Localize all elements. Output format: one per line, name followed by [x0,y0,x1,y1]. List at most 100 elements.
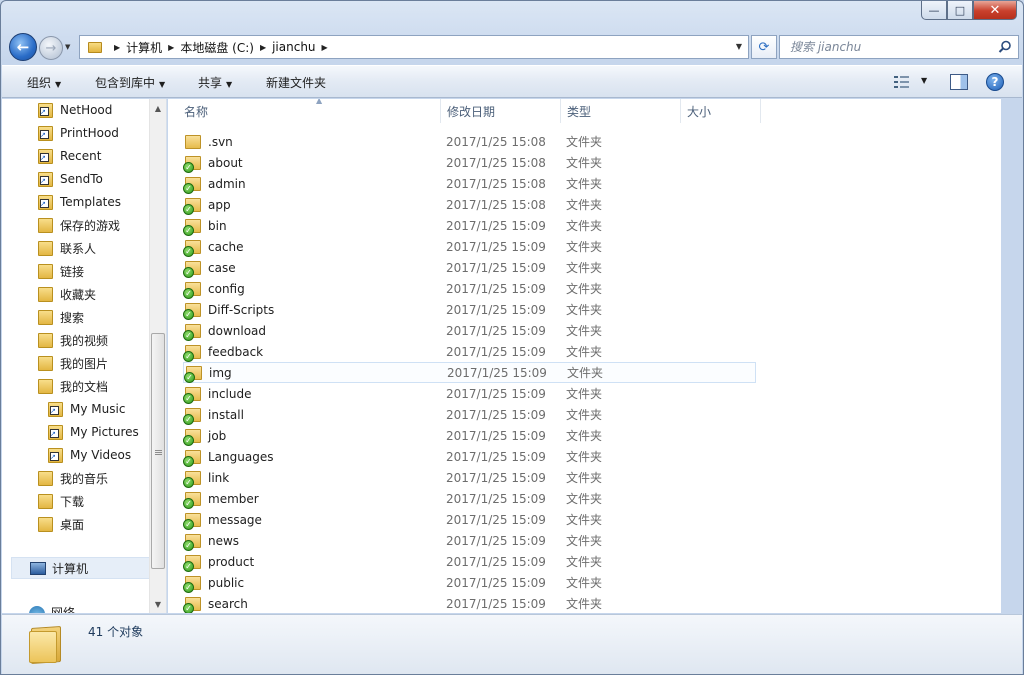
breadcrumb-local-disk[interactable]: 本地磁盘 (C:) [180,39,254,56]
sidebar-item[interactable]: My Pictures [48,421,139,443]
search-input[interactable] [790,40,990,54]
column-header-modified[interactable]: 修改日期 [441,99,561,123]
file-name-cell[interactable]: .svn [183,134,446,149]
breadcrumb-chevron-icon[interactable]: ▶ [322,43,328,52]
table-row[interactable]: ✓ message 2017/1/25 15:09 文件夹 [183,509,756,530]
sidebar-item[interactable]: 收藏夹 [38,283,96,305]
file-name-cell[interactable]: ✓ link [183,470,446,488]
table-row[interactable]: ✓ Diff-Scripts 2017/1/25 15:09 文件夹 [183,299,756,320]
sidebar-item[interactable]: Templates [38,191,121,213]
refresh-button[interactable]: ⟳ [751,35,777,59]
sidebar-item[interactable]: NetHood [38,99,112,121]
column-header-type[interactable]: 类型 [561,99,681,123]
table-row[interactable]: .svn 2017/1/25 15:08 文件夹 [183,131,756,152]
file-name-cell[interactable]: ✓ message [183,512,446,530]
organize-menu[interactable]: 组织 ▼ [27,74,61,91]
sidebar-item[interactable]: 我的图片 [38,352,108,374]
table-row[interactable]: ✓ app 2017/1/25 15:08 文件夹 [183,194,756,215]
table-row[interactable]: ✓ Languages 2017/1/25 15:09 文件夹 [183,446,756,467]
file-name-cell[interactable]: ✓ news [183,533,446,551]
sidebar-item[interactable]: 我的视频 [38,329,108,351]
address-dropdown-icon[interactable]: ▼ [736,42,742,51]
help-icon[interactable]: ? [986,73,1004,91]
file-name-cell[interactable]: ✓ cache [183,239,446,257]
table-row[interactable]: ✓ img 2017/1/25 15:09 文件夹 [183,362,756,383]
nav-scrollbar[interactable]: ▲ ▼ [149,99,166,613]
table-row[interactable]: ✓ bin 2017/1/25 15:09 文件夹 [183,215,756,236]
minimize-button[interactable]: — [921,1,947,20]
view-dropdown-icon[interactable]: ▼ [921,76,927,85]
breadcrumb-chevron-icon[interactable]: ▶ [168,43,174,52]
table-row[interactable]: ✓ cache 2017/1/25 15:09 文件夹 [183,236,756,257]
sidebar-item[interactable]: PrintHood [38,122,119,144]
table-row[interactable]: ✓ link 2017/1/25 15:09 文件夹 [183,467,756,488]
preview-pane-icon[interactable] [950,74,968,90]
table-row[interactable]: ✓ include 2017/1/25 15:09 文件夹 [183,383,756,404]
file-name-cell[interactable]: ✓ feedback [183,344,446,362]
sidebar-item[interactable]: 保存的游戏 [38,214,120,236]
forward-button[interactable]: → [39,36,63,60]
column-header-size[interactable]: 大小 [681,99,761,123]
file-name-cell[interactable]: ✓ bin [183,218,446,236]
close-button[interactable]: ✕ [973,1,1017,20]
file-name-cell[interactable]: ✓ Languages [183,449,446,467]
column-header-name[interactable]: ▲ 名称 [178,99,441,123]
sidebar-item[interactable]: Recent [38,145,101,167]
file-name-cell[interactable]: ✓ app [183,197,446,215]
sidebar-item[interactable]: 我的音乐 [38,467,108,489]
file-name-cell[interactable]: ✓ job [183,428,446,446]
table-row[interactable]: ✓ about 2017/1/25 15:08 文件夹 [183,152,756,173]
table-row[interactable]: ✓ feedback 2017/1/25 15:09 文件夹 [183,341,756,362]
table-row[interactable]: ✓ case 2017/1/25 15:09 文件夹 [183,257,756,278]
file-name-cell[interactable]: ✓ include [183,386,446,404]
file-name-cell[interactable]: ✓ install [183,407,446,425]
sidebar-item[interactable]: 我的文档 [38,375,108,397]
file-name-cell[interactable]: ✓ search [183,596,446,613]
search-box[interactable] [779,35,1019,59]
breadcrumb-chevron-icon[interactable]: ▶ [260,43,266,52]
file-name-cell[interactable]: ✓ about [183,155,446,173]
file-name-cell[interactable]: ✓ product [183,554,446,572]
file-name-cell[interactable]: ✓ download [183,323,446,341]
table-row[interactable]: ✓ download 2017/1/25 15:09 文件夹 [183,320,756,341]
file-name-cell[interactable]: ✓ admin [183,176,446,194]
address-bar[interactable]: ▶ 计算机 ▶ 本地磁盘 (C:) ▶ jianchu ▶ ▼ [79,35,749,59]
table-row[interactable]: ✓ admin 2017/1/25 15:08 文件夹 [183,173,756,194]
back-button[interactable]: ← [9,33,37,61]
sidebar-item[interactable]: 搜索 [38,306,84,328]
view-options-icon[interactable] [894,75,910,89]
breadcrumb-computer[interactable]: 计算机 [126,39,162,56]
scroll-up-icon[interactable]: ▲ [150,100,166,116]
sidebar-item[interactable]: My Videos [48,444,131,466]
sidebar-item[interactable]: My Music [48,398,125,420]
table-row[interactable]: ✓ config 2017/1/25 15:09 文件夹 [183,278,756,299]
sidebar-item[interactable]: SendTo [38,168,103,190]
sidebar-item-network[interactable]: 网络 [51,604,75,613]
file-name-cell[interactable]: ✓ img [184,365,447,383]
breadcrumb-jianchu[interactable]: jianchu [272,40,315,54]
scroll-down-icon[interactable]: ▼ [150,596,166,612]
table-row[interactable]: ✓ product 2017/1/25 15:09 文件夹 [183,551,756,572]
recent-pages-chevron-icon[interactable]: ▼ [65,43,70,51]
new-folder-button[interactable]: 新建文件夹 [266,74,326,91]
maximize-button[interactable]: □ [947,1,973,20]
file-name-cell[interactable]: ✓ Diff-Scripts [183,302,446,320]
table-row[interactable]: ✓ member 2017/1/25 15:09 文件夹 [183,488,756,509]
file-name-cell[interactable]: ✓ case [183,260,446,278]
include-in-library-menu[interactable]: 包含到库中 ▼ [95,74,165,91]
file-name-cell[interactable]: ✓ public [183,575,446,593]
share-menu[interactable]: 共享 ▼ [198,74,232,91]
table-row[interactable]: ✓ job 2017/1/25 15:09 文件夹 [183,425,756,446]
file-name-cell[interactable]: ✓ config [183,281,446,299]
table-row[interactable]: ✓ search 2017/1/25 15:09 文件夹 [183,593,756,613]
sidebar-item[interactable]: 链接 [38,260,84,282]
sidebar-item[interactable]: 下载 [38,490,84,512]
table-row[interactable]: ✓ public 2017/1/25 15:09 文件夹 [183,572,756,593]
sidebar-item-computer[interactable]: 计算机 [11,557,150,579]
table-row[interactable]: ✓ install 2017/1/25 15:09 文件夹 [183,404,756,425]
breadcrumb-chevron-icon[interactable]: ▶ [114,43,120,52]
table-row[interactable]: ✓ news 2017/1/25 15:09 文件夹 [183,530,756,551]
search-icon[interactable] [998,40,1012,54]
sidebar-item[interactable]: 桌面 [38,513,84,535]
sidebar-item[interactable]: 联系人 [38,237,96,259]
